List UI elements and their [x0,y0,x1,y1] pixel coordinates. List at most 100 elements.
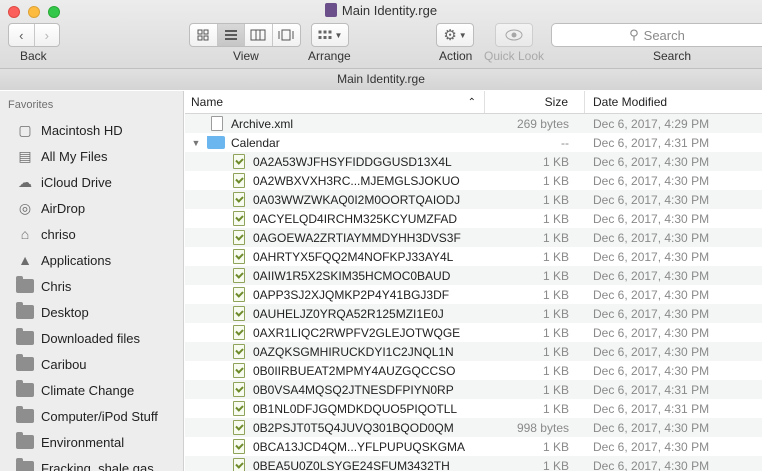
name-cell: Archive.xml [185,116,485,131]
contact-file-icon [233,154,245,169]
date-column-header[interactable]: Date Modified [585,91,762,113]
sidebar-item[interactable]: Computer/iPod Stuff [0,403,183,429]
cover-flow-button[interactable] [273,24,300,46]
back-button[interactable]: ‹ [9,24,35,46]
file-name: 0AZQKSGMHIRUCKDYI1C2JNQL1N [253,344,454,359]
name-column-header[interactable]: Name ⌃ [185,91,485,113]
file-row[interactable]: 0B1NL0DFJGQMDKDQUO5PIQOTLL 1 KB Dec 6, 201… [185,399,762,418]
sidebar-item[interactable]: ◎ AirDrop [0,195,183,221]
contact-file-icon [233,268,245,283]
file-row[interactable]: 0B0IIRBUEAT2MPMY4AUZGQCCSO 1 KB Dec 6, 201… [185,361,762,380]
date-modified: Dec 6, 2017, 4:29 PM [593,116,710,131]
file-row[interactable]: 0AGOEWA2ZRTIAYMMDYHH3DVS3F 1 KB Dec 6, 201… [185,228,762,247]
contact-file-icon [233,306,245,321]
file-name: Calendar [231,135,280,150]
file-row[interactable]: 0ACYELQD4IRCHM325KCYUMZFAD 1 KB Dec 6, 201… [185,209,762,228]
file-row[interactable]: Archive.xml 269 bytes Dec 6, 2017, 4:29 PM [185,114,762,133]
file-name: 0A2A53WJFHSYFIDDGGUSD13X4L [253,154,452,169]
name-cell: 0AIIW1R5X2SKIM35HCMOC0BAUD [185,268,485,283]
sidebar-item[interactable]: ▲ Applications [0,247,183,273]
contact-file-icon [233,230,245,245]
chevron-right-icon: › [44,27,49,43]
contact-file-icon [233,382,245,397]
file-row[interactable]: 0A2WBXVXH3RC...MJEMGLSJOKUO 1 KB Dec 6, 20… [185,171,762,190]
file-row[interactable]: 0BCA13JCD4QM...YFLPUPUQSKGMA 1 KB Dec 6, 2… [185,437,762,456]
file-size: 1 KB [542,363,569,378]
name-column-label: Name [191,95,224,109]
file-size: 1 KB [542,268,569,283]
contact-file-icon [233,192,245,207]
date-modified: Dec 6, 2017, 4:31 PM [593,401,710,416]
file-row[interactable]: 0AIIW1R5X2SKIM35HCMOC0BAUD 1 KB Dec 6, 201… [185,266,762,285]
sidebar-item[interactable]: ▢ Macintosh HD [0,117,183,143]
file-row[interactable]: 0AZQKSGMHIRUCKDYI1C2JNQL1N 1 KB Dec 6, 201… [185,342,762,361]
date-modified: Dec 6, 2017, 4:30 PM [593,439,710,454]
quick-look-label: Quick Look [484,49,545,63]
file-name: 0B0VSA4MQSQ2JTNESDFPIYN0RP [253,382,454,397]
chevron-down-icon: ▼ [458,30,467,40]
date-modified: Dec 6, 2017, 4:30 PM [593,268,710,283]
chevron-left-icon: ‹ [19,27,24,43]
arrange-label: Arrange [308,49,351,63]
sidebar-item[interactable]: Downloaded files [0,325,183,351]
contact-file-icon [233,344,245,359]
search-field[interactable]: ⚲ Search [551,23,762,47]
columns-icon [250,29,266,41]
date-modified: Dec 6, 2017, 4:30 PM [593,230,710,245]
folder-row[interactable]: ▼ Calendar -- Dec 6, 2017, 4:31 PM [185,133,762,152]
sidebar-item[interactable]: Chris [0,273,183,299]
name-cell: 0AXR1LIQC2RWPFV2GLEJOTWQGE [185,325,485,340]
icon-view-button[interactable] [190,24,218,46]
sidebar-item-label: Applications [41,252,112,268]
arrange-button[interactable]: ▼ [311,23,349,47]
search-placeholder: Search [643,27,685,43]
file-row[interactable]: 0AHRTYX5FQQ2M4NOFKPJ33AY4L 1 KB Dec 6, 201… [185,247,762,266]
forward-button[interactable]: › [35,24,60,46]
sidebar-item-label: Computer/iPod Stuff [41,408,158,424]
file-name: 0ACYELQD4IRCHM325KCYUMZFAD [253,211,458,226]
file-row[interactable]: 0APP3SJ2XJQMKP2P4Y41BGJ3DF 1 KB Dec 6, 201… [185,285,762,304]
date-modified: Dec 6, 2017, 4:30 PM [593,306,710,321]
sidebar-item-label: Chris [41,278,72,294]
file-row[interactable]: 0B2PSJT0T5Q4JUVQ301BQOD0QM 998 bytes Dec 6… [185,418,762,437]
list-view-button[interactable] [217,24,245,46]
file-size: 1 KB [542,306,569,321]
file-size: 269 bytes [516,116,569,131]
sidebar-item[interactable]: Caribou [0,351,183,377]
file-row[interactable]: 0AUHELJZ0YRQA52R125MZI1E0J 1 KB Dec 6, 201… [185,304,762,323]
file-row[interactable]: 0BEA5U0Z0LSYGE24SFUM3432TH 1 KB Dec 6, 201… [185,456,762,471]
file-size: 998 bytes [516,420,569,435]
file-size: 1 KB [542,439,569,454]
file-row[interactable]: 0A2A53WJFHSYFIDDGGUSD13X4L 1 KB Dec 6, 201… [185,152,762,171]
action-button[interactable]: ⚙ ▼ [436,23,474,47]
folder-shape [16,302,34,319]
file-name: 0AGOEWA2ZRTIAYMMDYHH3DVS3F [253,230,461,245]
name-cell: 0AHRTYX5FQQ2M4NOFKPJ33AY4L [185,249,485,264]
file-row[interactable]: 0B0VSA4MQSQ2JTNESDFPIYN0RP 1 KB Dec 6, 201… [185,380,762,399]
date-modified: Dec 6, 2017, 4:31 PM [593,382,710,397]
folder-icon [15,432,35,451]
sidebar-item[interactable]: ☁ iCloud Drive [0,169,183,195]
home-icon: ⌂ [20,226,30,242]
date-modified: Dec 6, 2017, 4:30 PM [593,211,710,226]
window-title-text: Main Identity.rge [341,3,438,18]
sidebar-item[interactable]: Fracking, shale gas... [0,455,183,471]
date-modified: Dec 6, 2017, 4:30 PM [593,363,710,378]
sidebar-item[interactable]: Desktop [0,299,183,325]
search-label: Search [653,49,692,63]
size-column-header[interactable]: Size [485,91,585,113]
sidebar-item[interactable]: Climate Change [0,377,183,403]
date-modified: Dec 6, 2017, 4:31 PM [593,135,710,150]
quick-look-button[interactable] [495,23,533,47]
file-row[interactable]: 0A03WWZWKAQ0I2M0OORTQAIODJ 1 KB Dec 6, 201… [185,190,762,209]
sidebar-item-label: All My Files [41,148,108,164]
folder-shape [16,432,34,449]
name-cell: 0AGOEWA2ZRTIAYMMDYHH3DVS3F [185,230,485,245]
name-cell: 0B2PSJT0T5Q4JUVQ301BQOD0QM [185,420,485,435]
sidebar-item[interactable]: Environmental [0,429,183,455]
disclosure-triangle-icon[interactable]: ▼ [185,138,207,148]
column-view-button[interactable] [245,24,273,46]
sidebar-item[interactable]: ⌂ chriso [0,221,183,247]
sidebar-item[interactable]: ▤ All My Files [0,143,183,169]
file-row[interactable]: 0AXR1LIQC2RWPFV2GLEJOTWQGE 1 KB Dec 6, 201… [185,323,762,342]
